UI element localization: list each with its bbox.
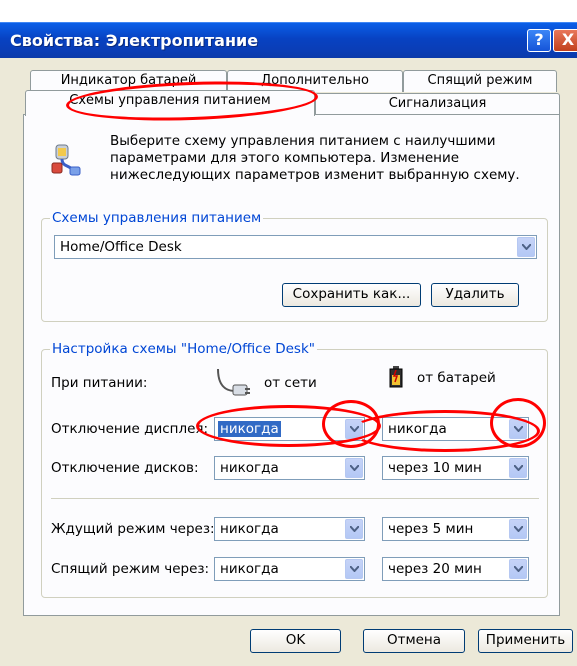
select-value: через 20 мин xyxy=(388,561,482,577)
display-off-label: Отключение дисплея: xyxy=(51,421,209,437)
chevron-down-icon[interactable] xyxy=(345,519,363,539)
close-icon: X xyxy=(561,30,575,49)
intro-text: Выберите схему управления питанием с наи… xyxy=(110,133,520,183)
help-icon: ? xyxy=(534,30,544,49)
tab-alarms[interactable]: Сигнализация xyxy=(315,93,560,114)
button-label: Удалить xyxy=(445,286,505,302)
save-as-button[interactable]: Сохранить как... xyxy=(282,283,421,307)
battery-column-label: от батарей xyxy=(417,370,496,386)
scheme-settings-group: Настройка схемы "Home/Office Desk" При п… xyxy=(41,341,548,598)
button-label: Сохранить как... xyxy=(292,286,411,302)
select-value: никогда xyxy=(220,561,279,577)
select-value: Home/Office Desk xyxy=(60,239,182,255)
tab-hibernate[interactable]: Спящий режим xyxy=(403,70,557,92)
separator xyxy=(51,498,539,499)
title-bar[interactable]: Свойства: Электропитание ? X xyxy=(0,22,577,58)
background-strip xyxy=(0,0,577,22)
help-button[interactable]: ? xyxy=(527,29,551,52)
ac-plug-icon xyxy=(217,368,250,396)
ac-column-label: от сети xyxy=(264,375,317,391)
delete-button[interactable]: Удалить xyxy=(431,283,519,307)
tab-label: Сигнализация xyxy=(388,96,487,111)
select-value: через 5 мин xyxy=(388,521,474,537)
standby-ac-select[interactable]: никогда xyxy=(214,517,365,541)
power-schemes-group: Схемы управления питанием Home/Office De… xyxy=(41,210,548,322)
disks-off-battery-select[interactable]: через 10 мин xyxy=(382,456,529,480)
power-source-label: При питании: xyxy=(51,375,148,391)
select-value: через 10 мин xyxy=(388,460,482,476)
tab-label: Спящий режим xyxy=(427,73,533,88)
select-value: никогда xyxy=(220,521,279,537)
battery-icon xyxy=(389,366,403,388)
ok-button[interactable]: OK xyxy=(250,629,341,653)
power-plug-icon xyxy=(51,144,81,176)
chevron-down-icon[interactable] xyxy=(509,519,527,539)
close-button[interactable]: X xyxy=(553,29,577,52)
disks-off-ac-select[interactable]: никогда xyxy=(214,456,365,480)
standby-label: Ждущий режим через: xyxy=(51,521,215,537)
button-label: Применить xyxy=(485,632,566,648)
chevron-down-icon[interactable] xyxy=(517,237,535,257)
hibernate-label: Спящий режим через: xyxy=(51,561,210,577)
group-legend: Схемы управления питанием xyxy=(50,210,264,226)
tab-content: Выберите схему управления питанием с наи… xyxy=(23,114,560,616)
chevron-down-icon[interactable] xyxy=(509,458,527,478)
hibernate-ac-select[interactable]: никогда xyxy=(214,557,365,581)
standby-battery-select[interactable]: через 5 мин xyxy=(382,517,529,541)
power-properties-window: Свойства: Электропитание ? X Индикатор б… xyxy=(0,0,577,666)
disks-off-label: Отключение дисков: xyxy=(51,460,199,476)
apply-button[interactable]: Применить xyxy=(478,629,573,653)
select-value: никогда xyxy=(220,460,279,476)
chevron-down-icon[interactable] xyxy=(345,458,363,478)
power-scheme-select[interactable]: Home/Office Desk xyxy=(54,235,537,259)
window-title: Свойства: Электропитание xyxy=(10,31,259,50)
annotation-ellipse-display-battery xyxy=(350,410,540,452)
chevron-down-icon[interactable] xyxy=(509,559,527,579)
group-legend: Настройка схемы "Home/Office Desk" xyxy=(50,341,317,357)
cancel-button[interactable]: Отмена xyxy=(363,629,465,653)
button-label: Отмена xyxy=(386,632,442,648)
chevron-down-icon[interactable] xyxy=(345,559,363,579)
hibernate-battery-select[interactable]: через 20 мин xyxy=(382,557,529,581)
button-label: OK xyxy=(285,632,306,648)
